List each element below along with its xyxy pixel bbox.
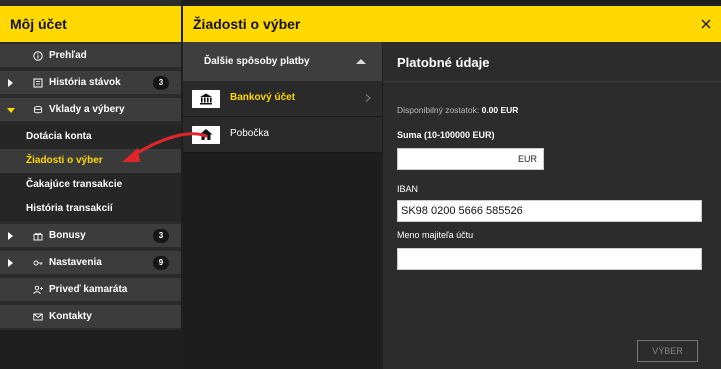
history-list-icon [33, 78, 43, 88]
payment-details-panel: Platobné údaje Disponibilný zostatok: 0.… [383, 42, 721, 369]
sidebar-item-settings[interactable]: Nastavenia 9 [0, 251, 181, 275]
sidebar-item-label: Priveď kamaráta [49, 284, 128, 295]
chevron-right-icon [365, 94, 371, 102]
expand-caret-icon [8, 259, 13, 267]
expand-caret-icon [8, 79, 13, 87]
subitem-label: Dotácia konta [26, 131, 92, 142]
subitem-pending-transactions[interactable]: Čakajúce transakcie [0, 173, 181, 197]
envelope-icon [33, 313, 43, 321]
amount-input[interactable]: EUR [397, 148, 544, 170]
coins-icon [33, 105, 43, 114]
subitem-label: Žiadosti o výber [26, 155, 103, 166]
iban-value: SK98 0200 5666 585526 [401, 205, 523, 217]
sidebar-item-label: Vklady a výbery [49, 104, 125, 115]
method-label: Pobočka [230, 128, 269, 139]
sidebar-item-overview[interactable]: Prehľad [0, 44, 181, 68]
page-title: Žiadosti o výber [183, 6, 721, 42]
sidebar-item-contacts[interactable]: Kontakty [0, 305, 181, 329]
close-icon[interactable] [701, 19, 711, 29]
divider [383, 81, 721, 82]
sidebar-item-label: Kontakty [49, 311, 92, 322]
payment-details-title: Platobné údaje [397, 55, 490, 70]
key-icon [33, 260, 43, 266]
sidebar-item-deposits-withdrawals[interactable]: Vklady a výbery [0, 98, 181, 122]
chevron-up-icon [356, 59, 366, 64]
method-label: Bankový účet [230, 92, 296, 103]
subitem-label: Čakajúce transakcie [26, 179, 123, 190]
subitem-label: História transakcií [26, 203, 113, 214]
payment-methods-toggle[interactable]: Ďalšie spôsoby platby [183, 42, 382, 81]
account-sidebar: Môj účet Prehľad História stávok 3 Vklad… [0, 0, 181, 369]
sidebar-item-label: Bonusy [49, 230, 86, 241]
payment-methods-header: Ďalšie spôsoby platby [204, 56, 310, 67]
gift-icon [33, 232, 43, 241]
subitem-withdrawal-requests[interactable]: Žiadosti o výber [0, 149, 181, 173]
available-balance: Disponibilný zostatok: 0.00 EUR [397, 105, 518, 115]
sidebar-item-bonuses[interactable]: Bonusy 3 [0, 224, 181, 248]
iban-input[interactable]: SK98 0200 5666 585526 [397, 200, 702, 222]
method-bank-account[interactable]: Bankový účet [183, 81, 382, 117]
account-owner-input[interactable] [397, 248, 702, 270]
iban-label: IBAN [397, 184, 419, 194]
branch-house-icon [192, 126, 220, 144]
method-branch[interactable]: Pobočka [183, 117, 382, 153]
payment-methods-panel: Ďalšie spôsoby platby Bankový účet Poboč… [183, 42, 382, 369]
amount-currency: EUR [517, 154, 537, 164]
sidebar-item-label: Nastavenia [49, 257, 102, 268]
expand-caret-icon [8, 232, 13, 240]
count-badge: 3 [153, 76, 169, 90]
info-circle-icon [33, 51, 43, 61]
balance-label: Disponibilný zostatok: [397, 105, 480, 115]
sidebar-title: Môj účet [0, 6, 181, 42]
sidebar-item-refer-friend[interactable]: Priveď kamaráta [0, 278, 181, 302]
sidebar-item-bet-history[interactable]: História stávok 3 [0, 71, 181, 95]
subitem-transaction-history[interactable]: História transakcií [0, 197, 181, 221]
user-add-icon [33, 285, 43, 295]
amount-label: Suma (10-100000 EUR) [397, 130, 495, 140]
page-title-text: Žiadosti o výber [193, 16, 301, 32]
count-badge: 3 [153, 229, 169, 243]
withdraw-button[interactable]: VÝBER [637, 340, 698, 362]
bank-icon [192, 90, 220, 108]
count-badge: 9 [153, 256, 169, 270]
sidebar-footer [0, 330, 181, 369]
balance-value: 0.00 EUR [481, 105, 519, 115]
collapse-caret-icon [7, 108, 15, 113]
sidebar-item-label: Prehľad [49, 50, 87, 61]
sidebar-item-label: História stávok [49, 77, 121, 88]
subitem-account-deposit[interactable]: Dotácia konta [0, 125, 181, 149]
account-owner-label: Meno majiteľa účtu [397, 230, 474, 240]
